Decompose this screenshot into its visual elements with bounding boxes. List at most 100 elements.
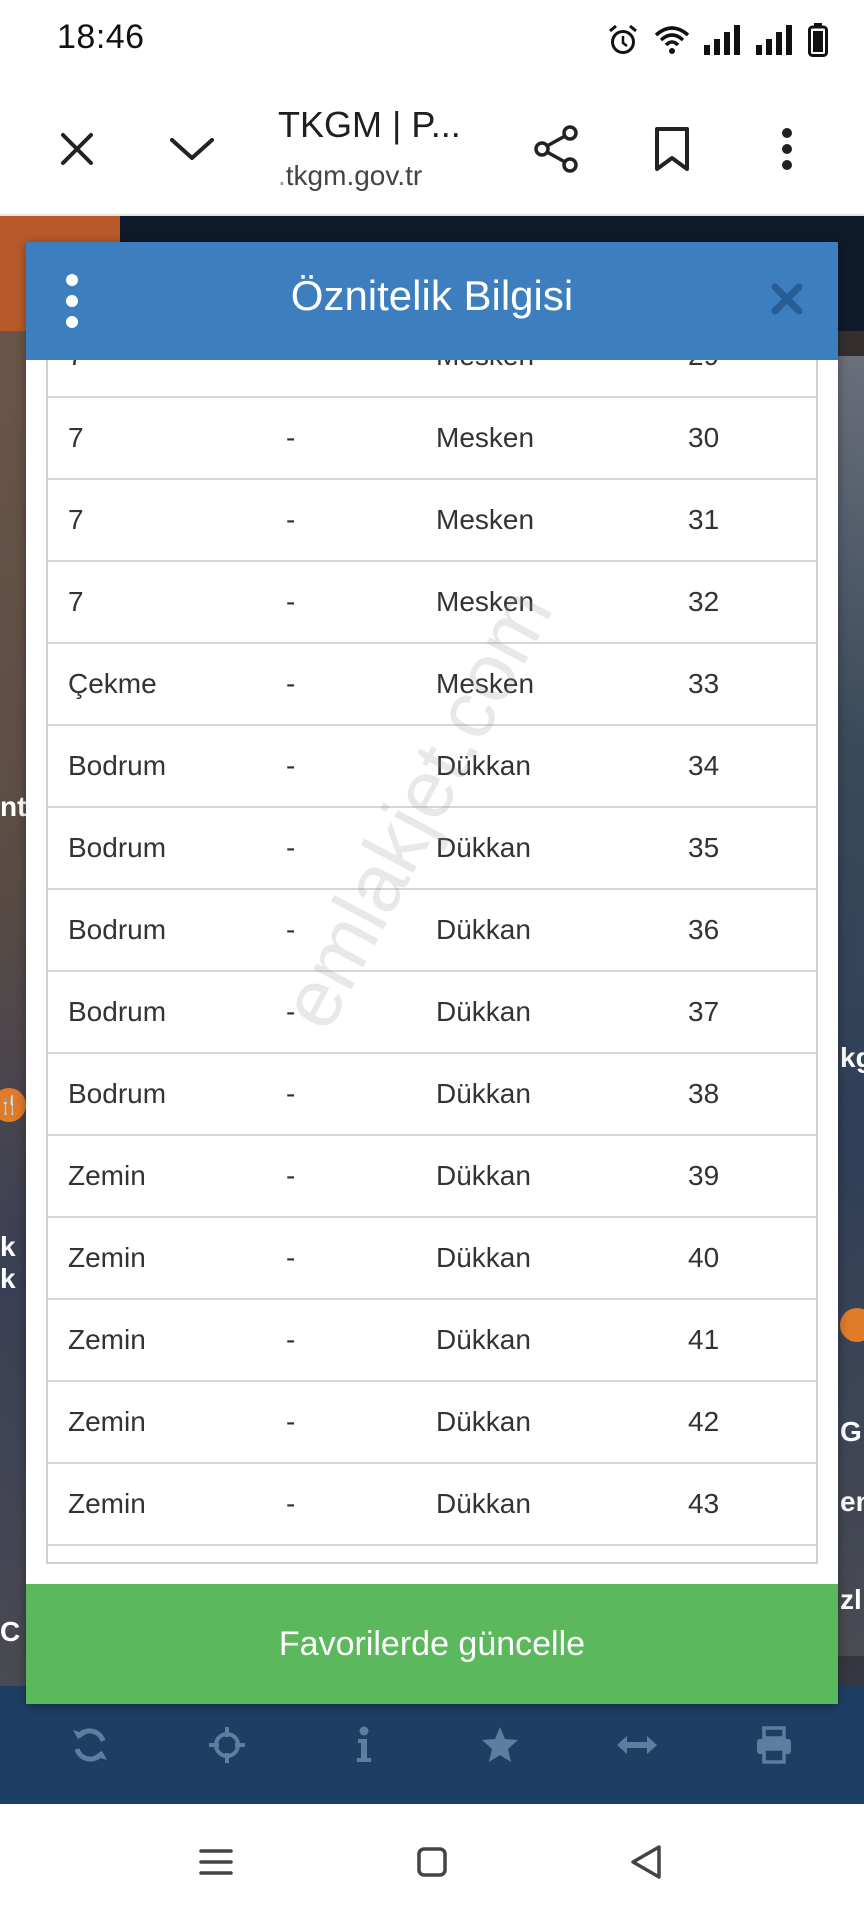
block-cell: - — [286, 668, 296, 699]
table-row[interactable]: Bodrum - Dükkan 38 — [48, 1054, 816, 1136]
floor-cell: 7 — [68, 422, 84, 453]
screen: 18:46 TKGM | P... .tkgm.gov.tr 🍴 nt k k … — [0, 0, 864, 1920]
table-row[interactable]: Bodrum - Dükkan 35 — [48, 808, 816, 890]
block-cell: - — [286, 832, 296, 863]
arrows-horizontal-icon[interactable] — [607, 1715, 667, 1775]
update-favorites-button[interactable]: Favorilerde güncelle — [26, 1584, 838, 1704]
more-vert-icon[interactable] — [752, 114, 822, 184]
map-label: nt — [0, 791, 27, 822]
table-row[interactable]: 7 - Mesken 30 — [48, 398, 816, 480]
url-host: tkgm.gov.tr — [285, 160, 423, 191]
map-label: k — [0, 1263, 16, 1294]
wifi-icon — [654, 24, 690, 56]
type-cell: Dükkan — [436, 1488, 531, 1519]
bookmark-icon[interactable] — [637, 114, 707, 184]
unit-number-cell: 38 — [688, 1078, 720, 1109]
floor-cell: Bodrum — [68, 750, 167, 781]
block-cell: - — [266, 360, 416, 372]
back-icon[interactable] — [612, 1828, 680, 1896]
unit-number-cell: 35 — [688, 832, 720, 863]
type-cell: Mesken — [436, 422, 535, 453]
floor-cell: Bodrum — [68, 914, 167, 945]
type-cell: Dükkan — [436, 996, 531, 1027]
table-row[interactable]: Bodrum - Dükkan 37 — [48, 972, 816, 1054]
page-url[interactable]: .tkgm.gov.tr — [278, 160, 422, 192]
type-cell: Mesken — [436, 504, 535, 535]
table-row[interactable]: 7-Mesken29 — [48, 360, 816, 398]
unit-number-cell: 43 — [688, 1488, 720, 1519]
close-icon[interactable] — [762, 274, 812, 324]
table-row[interactable]: Zemin - Dükkan 43 — [48, 1464, 816, 1546]
dialog-header: Öznitelik Bilgisi — [26, 242, 838, 360]
unit-number-cell: 31 — [688, 504, 720, 535]
unit-number-cell: 41 — [688, 1324, 720, 1355]
block-cell: - — [286, 1242, 296, 1273]
battery-icon — [808, 23, 828, 57]
table-row[interactable]: Zemin - Dükkan 40 — [48, 1218, 816, 1300]
floor-cell: Bodrum — [68, 1078, 167, 1109]
floor-cell: 7 — [68, 504, 84, 535]
floor-cell: Bodrum — [68, 996, 167, 1027]
url-prefix: . — [278, 160, 286, 191]
star-icon[interactable] — [470, 1715, 530, 1775]
block-cell: - — [286, 422, 296, 453]
print-icon[interactable] — [744, 1715, 804, 1775]
floor-cell: Zemin — [68, 1406, 146, 1437]
unit-number-cell: 36 — [688, 914, 720, 945]
status-time: 18:46 — [57, 18, 145, 56]
type-cell: Dükkan — [436, 1406, 531, 1437]
alarm-icon — [606, 23, 640, 57]
map-label: zl — [840, 1584, 862, 1615]
table-row[interactable]: Bodrum - Dükkan 36 — [48, 890, 816, 972]
floor-cell: 7 — [68, 586, 84, 617]
unit-number-cell: 30 — [688, 422, 720, 453]
table-row[interactable]: Zemin - Dükkan 41 — [48, 1300, 816, 1382]
floor-cell: Çekme — [68, 668, 157, 699]
browser-toolbar: TKGM | P... .tkgm.gov.tr — [0, 80, 864, 216]
map-label: en — [840, 1486, 864, 1517]
page-title[interactable]: TKGM | P... — [278, 104, 461, 146]
block-cell: - — [286, 1160, 296, 1191]
table-row[interactable]: 7 - Mesken 31 — [48, 480, 816, 562]
block-cell: - — [286, 914, 296, 945]
floor-cell: Zemin — [68, 1160, 146, 1191]
table-row[interactable]: Zemin - Dükkan 39 — [48, 1136, 816, 1218]
map-label: C — [0, 1616, 21, 1647]
floor-cell: 7 — [48, 360, 266, 372]
floor-cell: Zemin — [68, 1488, 146, 1519]
dialog-title: Öznitelik Bilgisi — [290, 272, 574, 319]
status-icons — [606, 20, 828, 60]
type-cell: Dükkan — [436, 832, 531, 863]
refresh-icon[interactable] — [60, 1715, 120, 1775]
unit-number-cell: 39 — [688, 1160, 720, 1191]
share-icon[interactable] — [521, 114, 591, 184]
crosshair-icon[interactable] — [197, 1715, 257, 1775]
close-icon[interactable] — [42, 114, 112, 184]
table-row[interactable]: Zemin - Dükkan 42 — [48, 1382, 816, 1464]
type-cell: Dükkan — [436, 1324, 531, 1355]
type-cell: Dükkan — [436, 914, 531, 945]
attribute-table[interactable]: 7-Mesken297-Mesken307-Mesken317-Mesken32… — [46, 360, 818, 1564]
system-nav-bar — [0, 1804, 864, 1920]
map-edge-left — [0, 331, 26, 1691]
type-cell: Mesken — [416, 360, 688, 372]
map-label: G — [840, 1416, 862, 1447]
recents-icon[interactable] — [182, 1828, 250, 1896]
unit-number-cell: 33 — [688, 668, 720, 699]
home-icon[interactable] — [398, 1828, 466, 1896]
block-cell: - — [286, 996, 296, 1027]
chevron-down-icon[interactable] — [157, 114, 227, 184]
table-row[interactable]: 7 - Mesken 32 — [48, 562, 816, 644]
unit-number-cell: 40 — [688, 1242, 720, 1273]
status-bar: 18:46 — [0, 0, 864, 80]
unit-number-cell: 42 — [688, 1406, 720, 1437]
table-row[interactable]: Çekme - Mesken 33 — [48, 644, 816, 726]
floor-cell: Zemin — [68, 1324, 146, 1355]
block-cell: - — [286, 1078, 296, 1109]
table-row[interactable]: Bodrum - Dükkan 34 — [48, 726, 816, 808]
block-cell: - — [286, 1324, 296, 1355]
map-edge-right — [838, 356, 864, 1656]
info-icon[interactable] — [334, 1715, 394, 1775]
map-label: kg — [840, 1042, 864, 1073]
unit-number-cell: 34 — [688, 750, 720, 781]
